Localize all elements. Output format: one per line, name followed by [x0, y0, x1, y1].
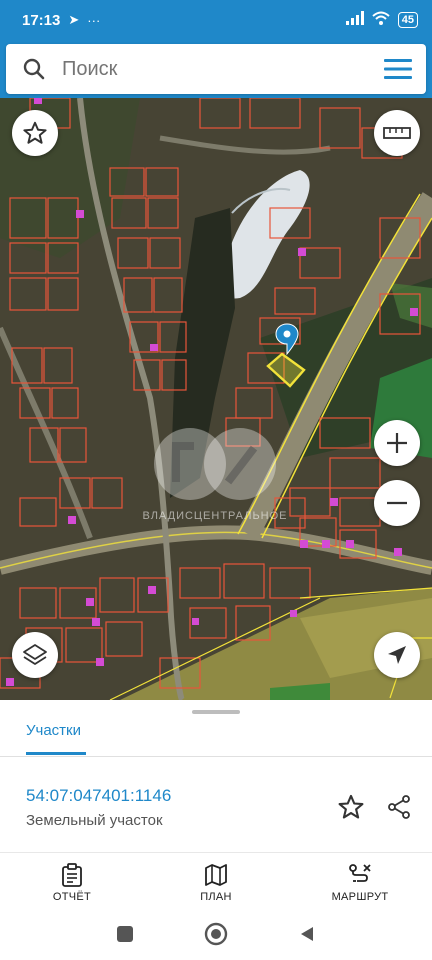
- sheet-drag-handle[interactable]: [192, 710, 240, 714]
- nav-route[interactable]: МАРШРУТ: [288, 853, 432, 912]
- favorites-button[interactable]: [12, 110, 58, 156]
- satellite-imagery: [0, 98, 432, 700]
- wifi-icon: [372, 11, 390, 29]
- layers-button[interactable]: [12, 632, 58, 678]
- menu-icon[interactable]: [370, 59, 426, 79]
- bottom-navigation: ОТЧЁТ ПЛАН МАРШРУТ: [0, 852, 432, 912]
- bottom-sheet: Участки 54:07:047401:1146 Земельный учас…: [0, 700, 432, 852]
- my-location-button[interactable]: [374, 632, 420, 678]
- nav-report[interactable]: ОТЧЁТ: [0, 853, 144, 912]
- report-icon: [62, 862, 82, 887]
- back-triangle-icon: [301, 926, 313, 941]
- star-icon: [338, 794, 364, 819]
- nav-report-label: ОТЧЁТ: [52, 890, 92, 903]
- tab-parcels[interactable]: Участки: [26, 722, 81, 739]
- watermark: ВЛАДИСЦЕНТРАЛЬНОЕ: [130, 424, 300, 522]
- back-button[interactable]: [298, 925, 316, 948]
- share-icon: [388, 795, 410, 819]
- parcel-cadastral-number[interactable]: 54:07:047401:1146: [26, 786, 171, 806]
- home-button[interactable]: [204, 922, 228, 951]
- zoom-out-button[interactable]: [374, 480, 420, 526]
- home-circle-icon: [204, 922, 228, 945]
- minus-icon: [387, 501, 407, 505]
- navigation-arrow-icon: [388, 646, 406, 664]
- star-icon: [23, 121, 47, 144]
- search-box[interactable]: [6, 44, 426, 94]
- watermark-text: ВЛАДИСЦЕНТРАЛЬНОЕ: [142, 510, 288, 522]
- plus-icon: [387, 433, 407, 453]
- share-button[interactable]: [384, 792, 414, 822]
- search-input[interactable]: [62, 57, 370, 81]
- divider: [0, 756, 432, 757]
- route-icon: [349, 863, 371, 882]
- ruler-button[interactable]: [374, 110, 420, 156]
- add-favorite-button[interactable]: [336, 792, 366, 822]
- telegram-icon: ➤: [68, 12, 80, 27]
- status-bar: 17:13 ➤ ··· 45: [0, 0, 432, 40]
- parcel-type: Земельный участок: [26, 812, 163, 829]
- ruler-icon: [383, 127, 411, 139]
- map-icon: [205, 863, 227, 886]
- watermark-logo-icon: [150, 424, 280, 504]
- nav-plan[interactable]: ПЛАН: [144, 853, 288, 912]
- zoom-in-button[interactable]: [374, 420, 420, 466]
- nav-route-label: МАРШРУТ: [331, 890, 389, 903]
- nav-plan-label: ПЛАН: [200, 890, 232, 903]
- recent-apps-button[interactable]: [116, 925, 134, 948]
- cadastral-map[interactable]: ВЛАДИСЦЕНТРАЛЬНОЕ: [0, 98, 432, 700]
- signal-icon: [345, 11, 364, 29]
- status-time: 17:13: [22, 11, 61, 29]
- more-notifications: ···: [87, 12, 101, 28]
- battery-indicator: 45: [397, 12, 418, 28]
- system-navigation-bar: [0, 912, 432, 960]
- search-header: [0, 40, 432, 98]
- layers-icon: [23, 644, 47, 665]
- search-icon[interactable]: [6, 58, 62, 80]
- square-icon: [117, 925, 133, 942]
- tab-indicator: [26, 752, 86, 755]
